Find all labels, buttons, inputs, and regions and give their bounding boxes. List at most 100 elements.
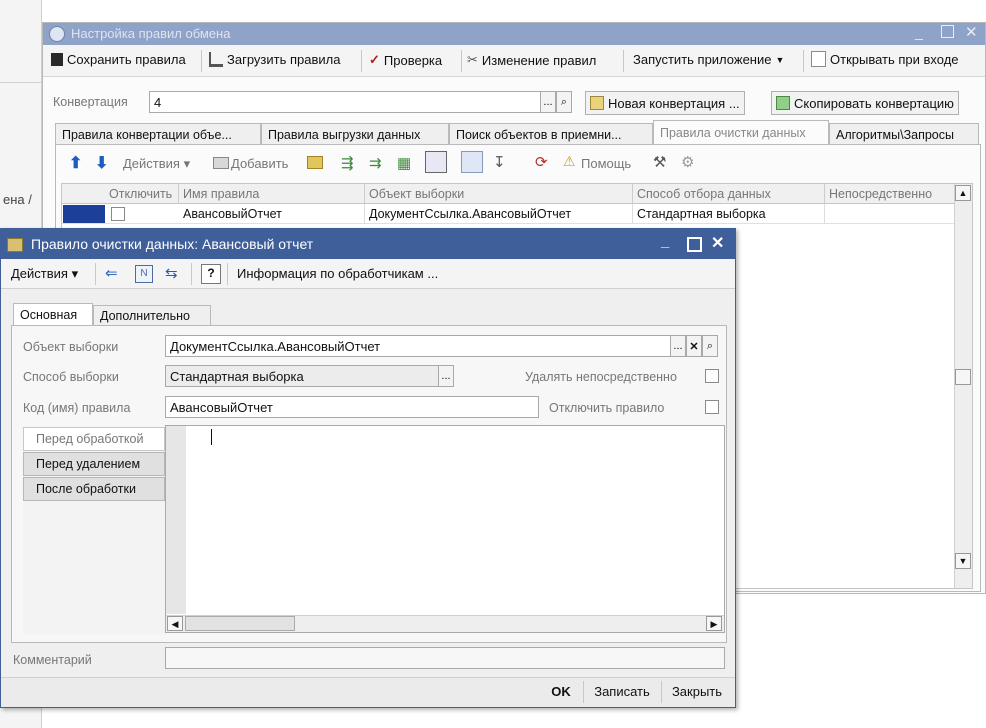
handlers-info-button[interactable]: Информация по обработчикам ... [237, 266, 438, 281]
tree-icon[interactable]: ⇶ [341, 154, 354, 172]
help-button[interactable]: Помощь [581, 156, 631, 171]
wrench-icon[interactable]: ⚒ [653, 153, 666, 171]
refresh-icon[interactable]: ⟳ [535, 153, 548, 171]
handler-code-editor[interactable] [165, 425, 725, 633]
app-icon [49, 26, 65, 42]
search-icon[interactable]: ⌕ [556, 91, 572, 113]
scroll-left-icon[interactable]: ◀ [167, 616, 183, 631]
toolbar-separator [361, 50, 362, 72]
save-button[interactable]: Записать [587, 684, 657, 699]
tab-export-rules[interactable]: Правила выгрузки данных [261, 123, 449, 145]
row-disable-checkbox[interactable] [111, 207, 125, 221]
add-button[interactable]: Добавить [231, 156, 288, 171]
settings-icon[interactable]: ⚙ [681, 153, 694, 171]
disable-rule-label: Отключить правило [549, 401, 665, 415]
scroll-down-icon[interactable]: ▼ [955, 553, 971, 569]
filter-icon[interactable] [461, 151, 483, 173]
hscroll-thumb[interactable] [185, 616, 295, 631]
open-on-start-checkbox[interactable] [811, 51, 826, 67]
conversion-label: Конвертация [53, 95, 128, 109]
handler-before-delete[interactable]: Перед удалением [23, 452, 165, 476]
toolbar-separator [227, 263, 228, 285]
grid-scrollbar[interactable] [954, 184, 972, 588]
object-field[interactable]: ДокументСсылка.АвансовыйОтчет [165, 335, 671, 357]
toolbar-separator [95, 263, 96, 285]
delete-direct-label: Удалять непосредственно [525, 370, 677, 384]
tab-cleanup-rules[interactable]: Правила очистки данных [653, 120, 829, 145]
check-icon: ✓ [369, 52, 380, 67]
save-rules-button[interactable]: Сохранить правила [51, 52, 186, 67]
object-label: Объект выборки [23, 340, 119, 354]
folder-icon[interactable] [307, 156, 323, 169]
conversion-field[interactable]: 4 [149, 91, 541, 113]
new-doc-icon [590, 96, 604, 110]
scroll-up-icon[interactable]: ▲ [955, 185, 971, 201]
dialog-titlebar: Правило очистки данных: Авансовый отчет … [1, 229, 735, 259]
edit-grid-icon[interactable] [425, 151, 447, 173]
button-separator [583, 681, 584, 703]
toolbar-separator [191, 263, 192, 285]
load-icon [209, 52, 223, 67]
minimize-icon[interactable]: _ [915, 24, 923, 40]
open-on-start-toggle[interactable]: Открывать при входе [811, 51, 959, 67]
left-panel-line [0, 82, 42, 83]
disable-rule-checkbox[interactable] [705, 400, 719, 414]
sort-icon[interactable]: ↧ [493, 153, 506, 171]
new-conversion-button[interactable]: Новая конвертация ... [585, 91, 745, 115]
close-button[interactable]: Закрыть [665, 684, 729, 699]
object-search-icon[interactable]: ⌕ [702, 335, 718, 357]
handler-after-processing[interactable]: После обработки [23, 477, 165, 501]
tab-additional[interactable]: Дополнительно [93, 305, 211, 325]
code-field[interactable]: АвансовыйОтчет [165, 396, 539, 418]
dialog-minimize-icon[interactable]: _ [661, 233, 669, 250]
row-object: ДокументСсылка.АвансовыйОтчет [365, 204, 633, 224]
dialog-close-icon[interactable]: ✕ [711, 233, 724, 253]
ok-button[interactable]: OK [541, 684, 581, 699]
arrow-down-icon[interactable]: ⬇ [95, 153, 108, 173]
conversion-select-button[interactable]: ... [540, 91, 556, 113]
method-field[interactable]: Стандартная выборка [165, 365, 439, 387]
editor-gutter [166, 426, 186, 614]
copy-conversion-button[interactable]: Скопировать конвертацию [771, 91, 959, 115]
back-arrow-icon[interactable]: ⇐ [105, 264, 118, 282]
tab-main[interactable]: Основная [13, 303, 93, 325]
delete-direct-checkbox[interactable] [705, 369, 719, 383]
actions-menu[interactable]: Действия ▾ [123, 156, 190, 172]
handler-before-processing[interactable]: Перед обработкой [23, 427, 165, 451]
method-label: Способ выборки [23, 370, 119, 384]
load-rules-button[interactable]: Загрузить правила [209, 52, 340, 67]
toolbar-separator [623, 50, 624, 72]
maximize-icon[interactable] [941, 25, 954, 38]
scroll-thumb[interactable] [955, 369, 971, 385]
tab-algorithms[interactable]: Алгоритмы\Запросы [829, 123, 979, 145]
dialog-actions-menu[interactable]: Действия ▾ [11, 266, 78, 282]
table-icon[interactable]: ▦ [397, 154, 411, 172]
run-app-button[interactable]: Запустить приложение ▼ [633, 52, 784, 67]
text-cursor [211, 429, 212, 445]
object-clear-icon[interactable]: ✕ [686, 335, 702, 357]
object-select-button[interactable]: ... [670, 335, 686, 357]
scroll-right-icon[interactable]: ▶ [706, 616, 722, 631]
transfer-icon[interactable]: ⇆ [165, 264, 178, 282]
grid-header-rule-name[interactable]: Имя правила [179, 184, 365, 204]
edit-rules-button[interactable]: ✂ Изменение правил [467, 52, 596, 68]
help-icon[interactable]: ? [201, 264, 221, 284]
row-selector-icon[interactable] [63, 205, 105, 223]
tab-conversion-rules[interactable]: Правила конвертации объе... [55, 123, 261, 145]
comment-field[interactable] [165, 647, 725, 669]
grid-header-object[interactable]: Объект выборки [365, 184, 633, 204]
grid-header-method[interactable]: Способ отбора данных [633, 184, 825, 204]
tree-collapse-icon[interactable]: ⇉ [369, 154, 382, 172]
chart-icon[interactable]: N [135, 265, 153, 283]
back-window-title: Настройка правил обмена [71, 26, 231, 41]
cleanup-rule-dialog: Правило очистки данных: Авансовый отчет … [0, 228, 736, 708]
row-method: Стандартная выборка [633, 204, 825, 224]
check-button[interactable]: ✓ Проверка [369, 52, 442, 68]
grid-header-direct[interactable]: Непосредственно [825, 184, 953, 204]
dialog-maximize-icon[interactable] [687, 237, 702, 252]
method-select-button[interactable]: ... [438, 365, 454, 387]
arrow-up-icon[interactable]: ⬆ [69, 153, 82, 173]
grid-header-disable[interactable]: Отключить [105, 184, 179, 204]
close-icon[interactable]: ✕ [965, 23, 978, 41]
tab-search-objects[interactable]: Поиск объектов в приемни... [449, 123, 653, 145]
